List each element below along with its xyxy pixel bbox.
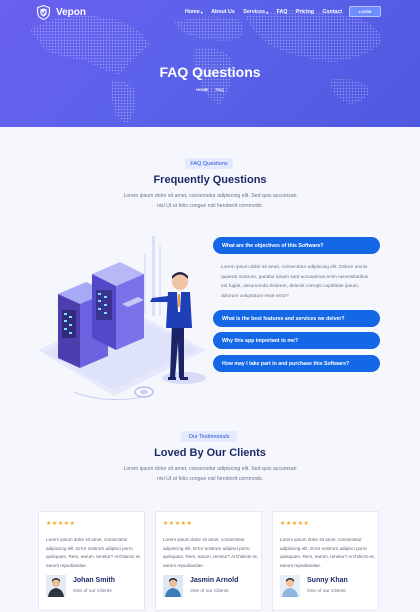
top-navbar: Vepon Home ▾ About Us Services ▾ FAQ Prici… — [0, 0, 420, 24]
testimonials-section-title: Loved By Our Clients — [154, 447, 266, 459]
avatar — [280, 575, 300, 597]
client-role: One of our Clients — [307, 589, 346, 594]
nav-label: Contact — [322, 9, 343, 15]
nav-item-home[interactable]: Home ▾ — [185, 9, 203, 15]
testimonial-quote: Lorem ipsum dolor sit amet, consectetur … — [46, 537, 141, 568]
testimonials-section-description: Lorem ipsum dolor sit amet, consectetur … — [123, 466, 297, 482]
nav-label: FAQ — [276, 9, 288, 15]
testimonial-quote: Lorem ipsum dolor sit amet, consectetur … — [163, 537, 258, 568]
client-role: One of our Clients — [190, 589, 229, 594]
testimonial-card: ★★★★★ Lorem ipsum dolor sit amet, consec… — [38, 511, 145, 611]
faq-section-description: Lorem ipsum dolor sit amet, consectetur … — [123, 193, 297, 209]
nav-label: About Us — [211, 9, 235, 15]
breadcrumb-current: FAQ — [215, 87, 224, 92]
nav-item-contact[interactable]: Contact — [322, 9, 342, 15]
testimonial-card: ★★★★★ Lorem ipsum dolor sit amet, consec… — [272, 511, 379, 611]
nav-label: Services — [243, 9, 266, 15]
main-menu: Home ▾ About Us Services ▾ FAQ Pricing Con… — [185, 9, 351, 15]
client-role: One of our Clients — [73, 589, 112, 594]
avatar — [163, 575, 183, 597]
breadcrumb-home[interactable]: HOME — [196, 87, 208, 92]
faq-question-3[interactable]: Why this app important to me? — [213, 332, 380, 349]
nav-label: Home — [185, 9, 200, 15]
nav-item-about[interactable]: About Us — [211, 9, 235, 15]
faq-answer-1: Lorem ipsum dolor sit amet, consectetur … — [221, 265, 369, 299]
login-button[interactable]: LOGIN — [349, 6, 381, 17]
avatar — [46, 575, 66, 597]
client-name: Johan Smith — [73, 577, 116, 584]
faq-question-4[interactable]: How may I take part in and purchase this… — [213, 355, 380, 372]
nav-item-pricing[interactable]: Pricing — [296, 9, 314, 15]
chevron-down-icon: ▾ — [200, 9, 203, 15]
testimonial-quote: Lorem ipsum dolor sit amet, consectetur … — [280, 537, 375, 568]
nav-item-services[interactable]: Services ▾ — [243, 9, 268, 15]
chevron-down-icon: ▾ — [266, 9, 269, 15]
client-name: Sunny Khan — [307, 577, 348, 584]
server-illustration — [38, 236, 206, 401]
hero-banner: Vepon Home ▾ About Us Services ▾ FAQ Prici… — [0, 0, 420, 127]
testimonials-section-pill: Our Testimonials — [181, 431, 237, 442]
nav-label: Pricing — [295, 9, 314, 15]
brand-name: Vepon — [56, 7, 87, 18]
testimonial-card: ★★★★★ Lorem ipsum dolor sit amet, consec… — [155, 511, 262, 611]
nav-item-faq[interactable]: FAQ — [277, 9, 288, 15]
breadcrumb: HOME · FAQ — [0, 87, 420, 92]
client-name: Jasmin Arnold — [190, 577, 239, 584]
faq-question-2[interactable]: What is the best features and services w… — [213, 310, 380, 327]
breadcrumb-separator: · — [211, 87, 213, 92]
logo[interactable]: Vepon — [37, 5, 86, 20]
page-title: FAQ Questions — [159, 64, 261, 80]
faq-section-pill: FAQ Questions — [185, 158, 233, 169]
shield-icon — [37, 5, 50, 20]
star-icon: ★★★★★ — [163, 521, 193, 527]
star-icon: ★★★★★ — [46, 521, 76, 527]
faq-section-title: Frequently Questions — [153, 174, 267, 186]
star-icon: ★★★★★ — [280, 521, 310, 527]
faq-question-1[interactable]: What are the objectives of this Software… — [213, 237, 380, 254]
